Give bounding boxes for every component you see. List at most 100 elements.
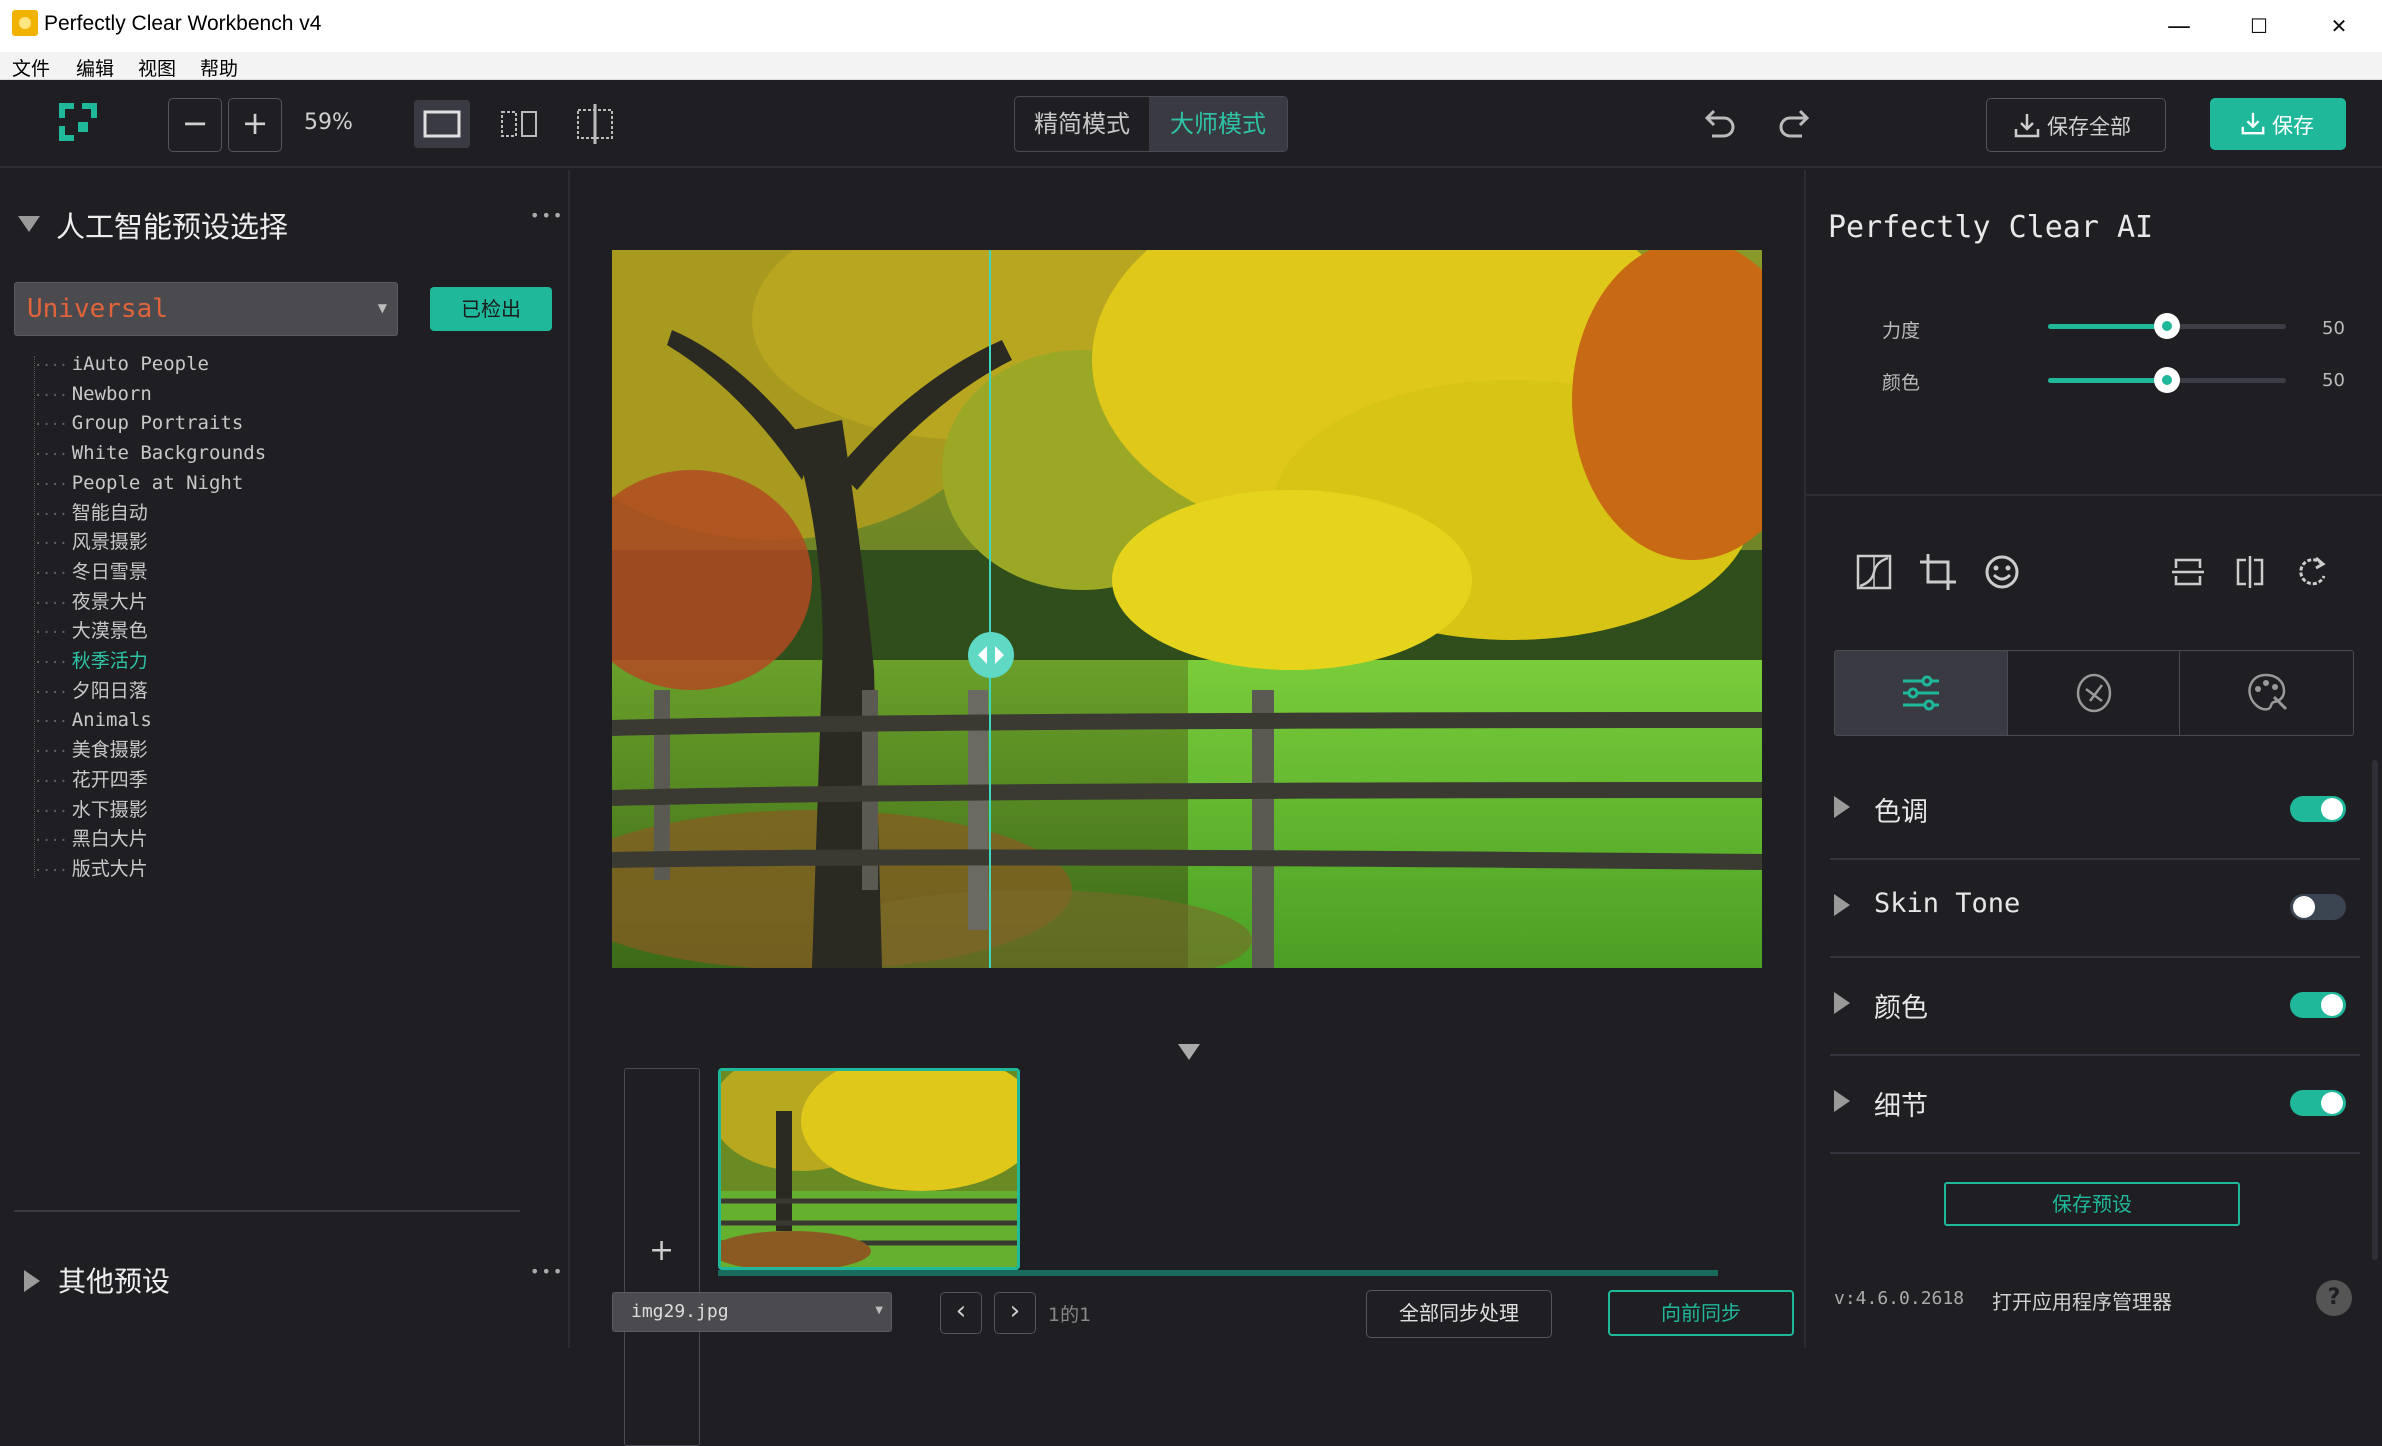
collapse-arrow-icon[interactable] <box>18 216 40 232</box>
preset-item-label: 水下摄影 <box>71 798 148 821</box>
other-preset-section-title: 其他预设 <box>58 1265 171 1298</box>
save-all-button[interactable]: 保存全部 <box>1986 98 2166 152</box>
flip-horizontal-button[interactable] <box>2230 552 2270 592</box>
preset-item[interactable]: ···· Newborn <box>34 380 152 408</box>
preset-item[interactable]: ···· 黑白大片 <box>34 825 148 853</box>
preset-dropdown[interactable]: Universal ▼ <box>14 282 398 336</box>
tone-toggle[interactable] <box>2290 796 2346 822</box>
detail-toggle[interactable] <box>2290 1090 2346 1116</box>
strength-slider[interactable] <box>2048 313 2286 339</box>
preset-item-label: Newborn <box>71 382 152 405</box>
color-slider[interactable] <box>2048 367 2286 393</box>
tree-connector: ···· <box>34 655 68 671</box>
color-toggle[interactable] <box>2290 992 2346 1018</box>
master-mode-tab[interactable]: 大师模式 <box>1149 97 1287 151</box>
skin-tone-toggle[interactable] <box>2290 894 2346 920</box>
preset-item[interactable]: ···· People at Night <box>34 469 243 497</box>
zoom-out-button[interactable]: − <box>168 98 222 152</box>
rotate-icon <box>2299 556 2326 586</box>
preset-dropdown-value: Universal <box>27 294 168 324</box>
add-image-button[interactable]: + <box>624 1068 700 1446</box>
simple-mode-tab[interactable]: 精简模式 <box>1015 97 1149 151</box>
face-icon <box>1985 555 2019 589</box>
split-view-button[interactable] <box>570 100 620 148</box>
chevron-down-icon: ▼ <box>377 301 387 315</box>
split-handle[interactable] <box>968 632 1014 678</box>
preset-item-label: 夕阳日落 <box>71 679 148 702</box>
tab-creative[interactable] <box>2179 651 2353 735</box>
adjustment-tabs <box>1834 650 2354 736</box>
preset-item[interactable]: ···· 智能自动 <box>34 499 148 527</box>
photo-preview[interactable] <box>612 250 1762 968</box>
chevron-down-icon: ▼ <box>875 1305 883 1316</box>
next-button[interactable]: › <box>994 1292 1036 1334</box>
menu-help[interactable]: 帮助 <box>200 54 238 81</box>
single-view-button[interactable] <box>414 100 470 148</box>
detected-button[interactable]: 已检出 <box>430 287 552 331</box>
section-color[interactable]: 颜色 <box>1830 956 2360 1056</box>
preset-item[interactable]: ···· 夜景大片 <box>34 588 148 616</box>
preset-item[interactable]: ···· 版式大片 <box>34 855 148 883</box>
face-retouch-icon <box>2076 673 2112 713</box>
collapse-filmstrip-icon[interactable] <box>1178 1044 1200 1060</box>
flip-vertical-button[interactable] <box>2168 552 2208 592</box>
save-button[interactable]: 保存 <box>2210 98 2346 150</box>
expand-arrow-icon[interactable] <box>1834 992 1850 1014</box>
section-skin-tone[interactable]: Skin Tone <box>1830 858 2360 958</box>
crop-tool-button[interactable] <box>1918 552 1958 592</box>
thumbnail[interactable] <box>718 1068 1020 1270</box>
preset-item[interactable]: ···· Group Portraits <box>34 409 243 437</box>
preset-item[interactable]: ···· White Backgrounds <box>34 439 266 467</box>
more-options-icon[interactable]: ••• <box>530 206 564 225</box>
save-preset-button[interactable]: 保存预设 <box>1944 1182 2240 1226</box>
curves-icon <box>1856 554 1892 590</box>
preset-item[interactable]: ···· iAuto People <box>34 350 209 378</box>
zoom-in-button[interactable]: + <box>228 98 282 152</box>
prev-button[interactable]: ‹ <box>940 1292 982 1334</box>
preset-item[interactable]: ···· Animals <box>34 706 152 734</box>
sync-forward-button[interactable]: 向前同步 <box>1608 1290 1794 1336</box>
preset-item[interactable]: ···· 风景摄影 <box>34 528 148 556</box>
sync-all-button[interactable]: 全部同步处理 <box>1366 1290 1552 1338</box>
file-select[interactable]: img29.jpg ▼ <box>612 1292 892 1332</box>
preset-item-label: Animals <box>71 709 152 732</box>
maximize-button[interactable]: ☐ <box>2220 4 2298 48</box>
help-icon[interactable]: ? <box>2316 1280 2352 1316</box>
menu-view[interactable]: 视图 <box>138 54 176 81</box>
preset-item[interactable]: ···· 花开四季 <box>34 766 148 794</box>
expand-arrow-icon[interactable] <box>1834 894 1850 916</box>
preset-item[interactable]: ···· 大漠景色 <box>34 617 148 645</box>
redo-button[interactable] <box>1774 102 1818 146</box>
more-options-icon[interactable]: ••• <box>530 1262 564 1281</box>
expand-arrow-icon[interactable] <box>24 1270 40 1292</box>
menu-file[interactable]: 文件 <box>12 54 50 81</box>
slider-knob[interactable] <box>2154 367 2180 393</box>
section-tone[interactable]: 色调 <box>1830 760 2360 860</box>
preset-item[interactable]: ···· 夕阳日落 <box>34 677 148 705</box>
close-button[interactable]: ✕ <box>2300 4 2378 48</box>
curves-tool-button[interactable] <box>1854 552 1894 592</box>
tab-retouch[interactable] <box>2007 651 2179 735</box>
face-tool-button[interactable] <box>1982 552 2022 592</box>
open-app-manager-link[interactable]: 打开应用程序管理器 <box>1992 1286 2172 1315</box>
expand-arrow-icon[interactable] <box>1834 1090 1850 1112</box>
preset-item[interactable]: ···· 美食摄影 <box>34 736 148 764</box>
menu-edit[interactable]: 编辑 <box>76 54 114 81</box>
tree-connector: ···· <box>34 506 68 523</box>
side-by-side-button[interactable] <box>494 100 544 148</box>
preset-item[interactable]: ···· 冬日雪景 <box>34 558 148 586</box>
panel-scrollbar[interactable] <box>2372 760 2378 1260</box>
slider-label-strength: 力度 <box>1882 320 1921 342</box>
preset-item-label: 冬日雪景 <box>71 560 148 583</box>
filmstrip-scrollbar[interactable] <box>718 1270 1718 1276</box>
preset-item[interactable]: ···· 水下摄影 <box>34 796 148 824</box>
slider-fill <box>2048 378 2167 383</box>
rotate-button[interactable] <box>2292 552 2332 592</box>
undo-button[interactable] <box>1696 102 1740 146</box>
minimize-button[interactable]: — <box>2140 4 2218 48</box>
slider-knob[interactable] <box>2154 313 2180 339</box>
preset-item[interactable]: ···· 秋季活力 <box>34 647 148 675</box>
section-detail[interactable]: 细节 <box>1830 1054 2360 1154</box>
expand-arrow-icon[interactable] <box>1834 796 1850 818</box>
tab-adjustments[interactable] <box>1835 651 2007 735</box>
